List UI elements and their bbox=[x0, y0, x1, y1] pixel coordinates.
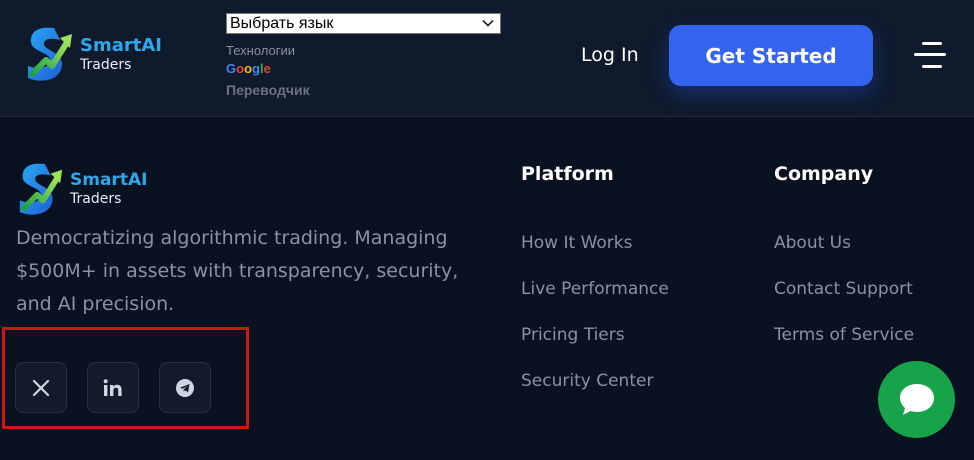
chevron-down-icon bbox=[482, 19, 494, 27]
logo-subtitle: Traders bbox=[80, 56, 132, 73]
logo-name: SmartAI bbox=[80, 34, 162, 56]
link-terms-of-service[interactable]: Terms of Service bbox=[774, 325, 914, 345]
translate-tech-label: Технологии bbox=[226, 43, 296, 58]
logo-icon bbox=[28, 27, 72, 81]
get-started-button[interactable]: Get Started bbox=[669, 25, 873, 86]
link-pricing-tiers[interactable]: Pricing Tiers bbox=[521, 325, 625, 345]
language-select[interactable]: Выбрать язык bbox=[226, 13, 501, 34]
header-logo[interactable]: SmartAI Traders bbox=[24, 22, 162, 86]
company-heading: Company bbox=[774, 163, 874, 185]
site-header: SmartAI Traders Выбрать язык Технологии … bbox=[0, 0, 974, 117]
link-about-us[interactable]: About Us bbox=[774, 233, 851, 253]
link-live-performance[interactable]: Live Performance bbox=[521, 279, 669, 299]
translator-label: Переводчик bbox=[226, 82, 310, 98]
link-how-it-works[interactable]: How It Works bbox=[521, 233, 632, 253]
telegram-social-button[interactable] bbox=[159, 362, 211, 413]
footer-logo[interactable]: SmartAI Traders bbox=[16, 158, 147, 220]
link-security-center[interactable]: Security Center bbox=[521, 371, 653, 391]
language-select-value: Выбрать язык bbox=[230, 15, 334, 32]
logo-subtitle: Traders bbox=[70, 191, 122, 207]
chat-bubble-icon bbox=[899, 383, 934, 415]
logo-name: SmartAI bbox=[70, 170, 148, 190]
x-icon bbox=[32, 379, 50, 396]
footer-tagline: Democratizing algorithmic trading. Manag… bbox=[16, 227, 459, 315]
linkedin-icon bbox=[103, 378, 122, 396]
link-contact-support[interactable]: Contact Support bbox=[774, 279, 913, 299]
logo-icon bbox=[19, 163, 63, 215]
chat-widget-button[interactable] bbox=[878, 361, 955, 438]
login-link[interactable]: Log In bbox=[581, 44, 639, 66]
platform-heading: Platform bbox=[521, 163, 614, 185]
hamburger-menu-icon[interactable] bbox=[914, 40, 946, 70]
x-social-button[interactable] bbox=[15, 362, 67, 413]
telegram-icon bbox=[176, 378, 194, 397]
linkedin-social-button[interactable] bbox=[87, 362, 139, 413]
google-logo[interactable]: Google bbox=[226, 61, 271, 76]
